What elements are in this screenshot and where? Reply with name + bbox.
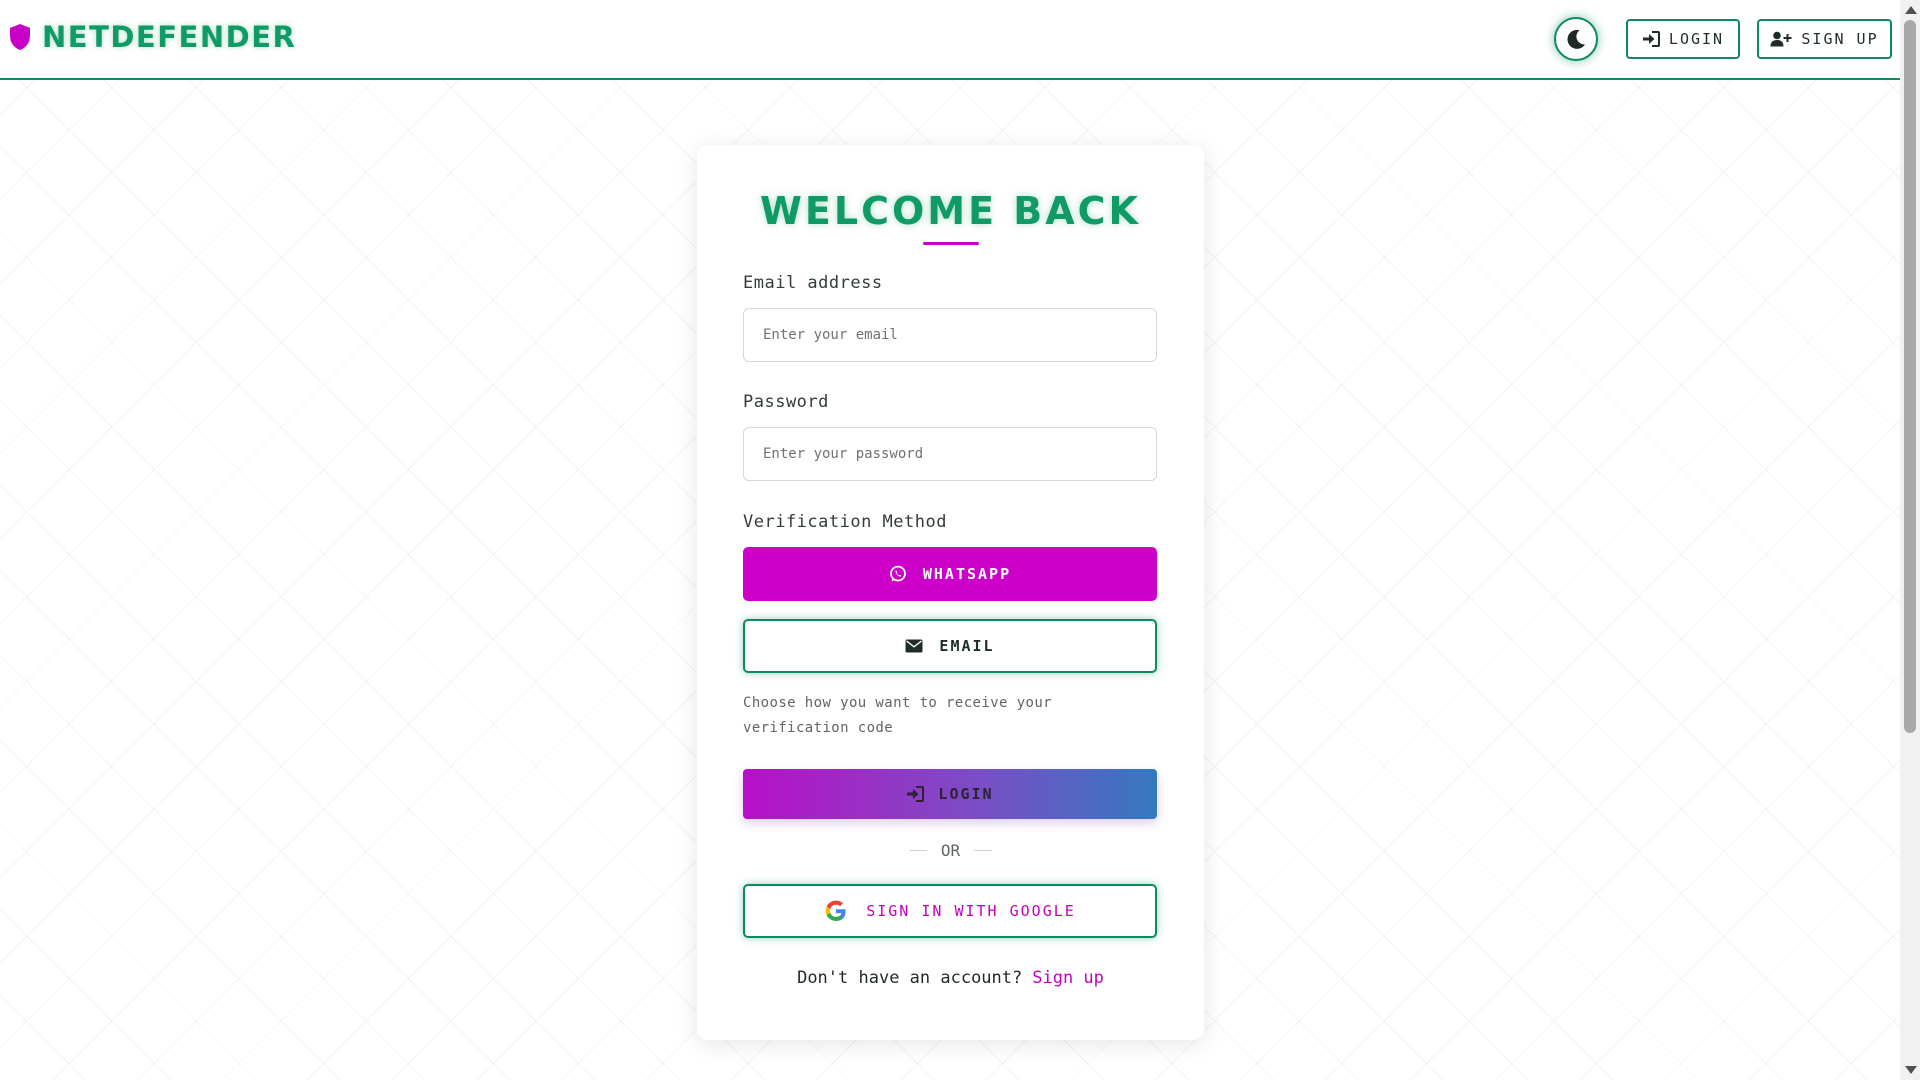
or-divider: OR [697,841,1204,860]
or-label: OR [940,841,961,860]
user-plus-icon [1770,31,1792,47]
page-title: WELCOME BACK [760,189,1141,233]
google-signin-label: SIGN IN WITH GOOGLE [866,902,1076,920]
email-field[interactable] [743,308,1157,362]
shield-icon [10,24,30,50]
signup-prompt: Don't have an account? Sign up [697,968,1204,988]
password-label: Password [743,392,829,412]
whatsapp-icon [889,565,906,582]
login-card: WELCOME BACK Email address Password Veri… [697,145,1204,1040]
divider-line [974,850,993,851]
whatsapp-method-label: WHATSAPP [922,565,1012,583]
envelope-icon [905,639,923,653]
google-icon [825,900,846,921]
whatsapp-method-button[interactable]: WHATSAPP [743,547,1157,601]
sign-in-icon [1642,31,1660,47]
scroll-up-arrow[interactable] [1905,6,1917,14]
verification-method-label: Verification Method [743,512,947,532]
scroll-down-arrow[interactable] [1905,1066,1917,1074]
theme-toggle-button[interactable] [1554,17,1598,61]
brand-name: NETDEFENDER [42,20,297,54]
no-account-text: Don't have an account? [797,968,1023,988]
signup-link[interactable]: Sign up [1032,968,1104,988]
divider-line [908,850,927,851]
password-field[interactable] [743,427,1157,481]
navbar: NETDEFENDER LOGIN SIGN UP [0,0,1900,80]
google-signin-button[interactable]: SIGN IN WITH GOOGLE [743,884,1157,938]
login-submit-label: LOGIN [938,785,994,803]
page-scrollbar[interactable] [1900,0,1920,1080]
title-underline [923,242,979,245]
nav-signup-label: SIGN UP [1801,30,1879,48]
email-method-button[interactable]: EMAIL [743,619,1157,673]
email-label: Email address [743,273,883,293]
email-method-label: EMAIL [939,637,995,655]
scroll-thumb[interactable] [1904,20,1916,733]
nav-login-label: LOGIN [1668,30,1725,48]
nav-login-button[interactable]: LOGIN [1626,19,1740,59]
sign-in-icon [907,786,925,802]
page: NETDEFENDER LOGIN SIGN UP WELCOME BACK E… [0,0,1920,1080]
nav-signup-button[interactable]: SIGN UP [1757,19,1892,59]
verification-helper-text: Choose how you want to receive your veri… [743,695,1053,736]
brand-logo[interactable]: NETDEFENDER [8,20,296,54]
moon-icon [1567,29,1585,49]
login-submit-button[interactable]: LOGIN [743,769,1157,819]
